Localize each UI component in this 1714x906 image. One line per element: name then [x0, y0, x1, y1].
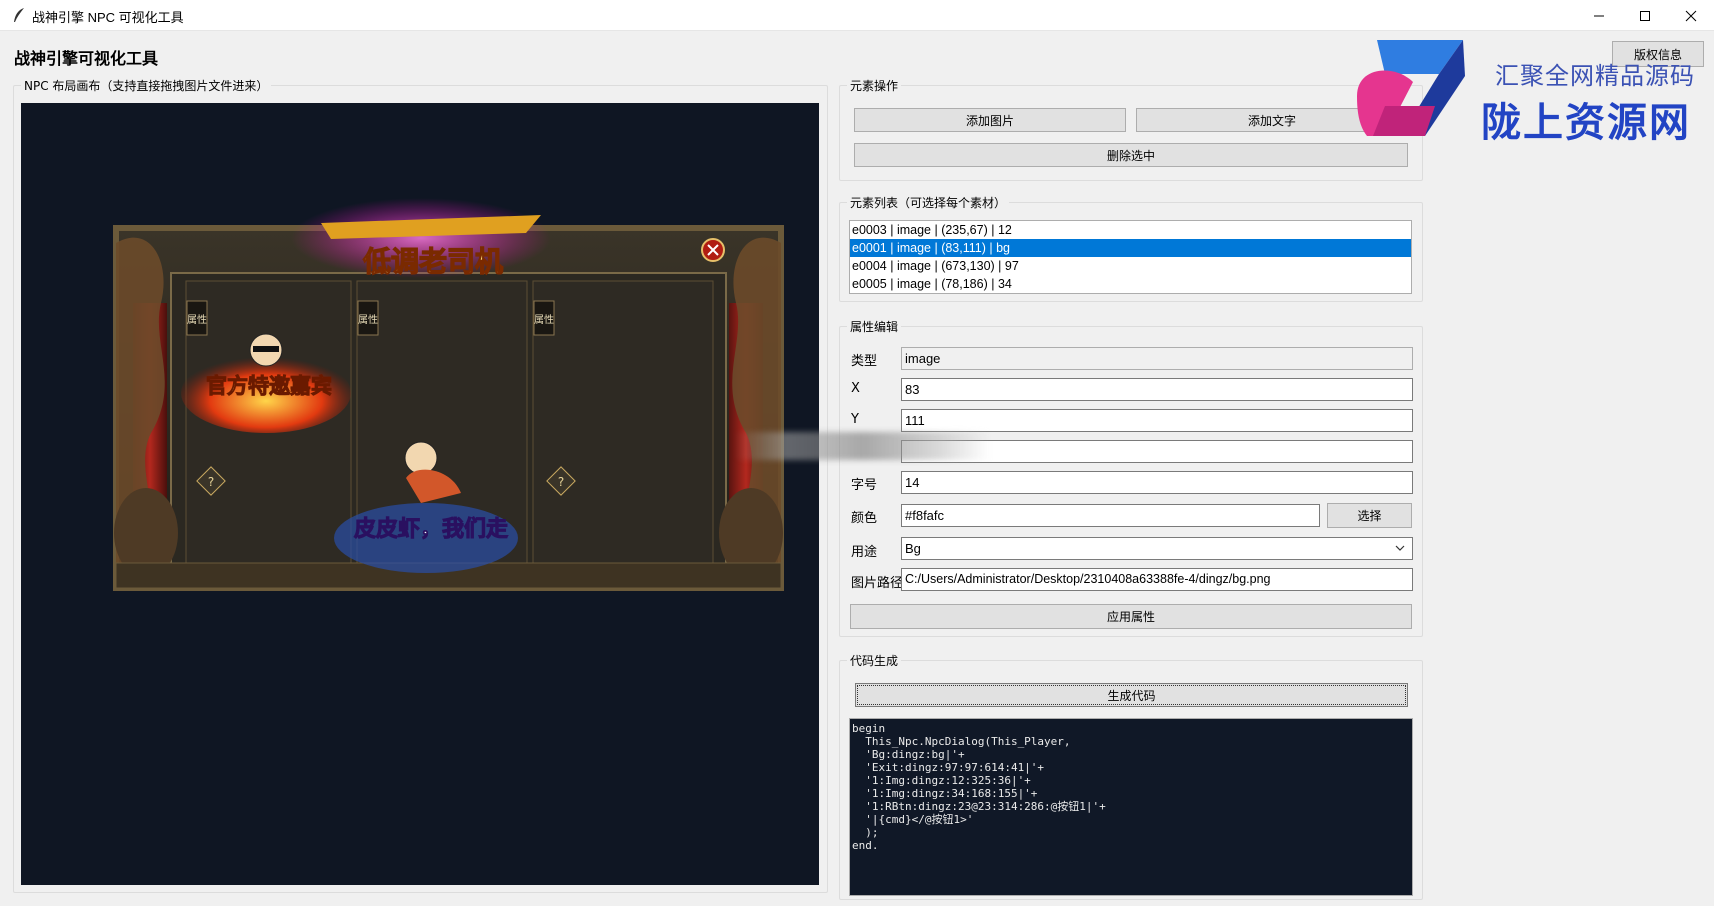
x-label: X	[851, 381, 860, 396]
column-tag-3: 属性	[534, 313, 554, 326]
use-select-value: Bg	[905, 541, 921, 556]
close-window-button[interactable]	[1668, 0, 1714, 31]
color-field[interactable]: #f8fafc	[901, 504, 1320, 527]
image-path-label: 图片路径	[851, 576, 904, 591]
image-path-field[interactable]: C:/Users/Administrator/Desktop/2310408a6…	[901, 568, 1413, 591]
list-item[interactable]: e0004 | image | (673,130) | 97	[850, 257, 1411, 275]
npc-preview: 属性 属性 属性 低调老司机 官方特邀嘉宾 皮皮虾，我们走 ? ?	[113, 198, 784, 591]
font-size-label: 字号	[851, 478, 878, 493]
y-field[interactable]: 111	[901, 409, 1413, 432]
banner-left: 官方特邀嘉宾	[206, 373, 332, 398]
window-title: 战神引擎 NPC 可视化工具	[32, 10, 184, 25]
maximize-button[interactable]	[1622, 0, 1668, 31]
feather-icon	[14, 8, 24, 22]
watermark-brand: 陇上资源网	[1481, 100, 1691, 146]
svg-text:?: ?	[208, 475, 214, 489]
page-title: 战神引擎可视化工具	[14, 49, 159, 68]
element-listbox[interactable]: e0003 | image | (235,67) | 12 e0001 | im…	[849, 220, 1412, 294]
list-item-selected[interactable]: e0001 | image | (83,111) | bg	[850, 239, 1411, 257]
title-bar: 战神引擎 NPC 可视化工具	[0, 0, 1714, 31]
maximize-icon	[1640, 10, 1650, 21]
x-field[interactable]: 83	[901, 378, 1413, 401]
watermark-tagline: 汇聚全网精品源码	[1495, 62, 1695, 90]
props-group-label: 属性编辑	[847, 318, 902, 335]
delete-selected-button[interactable]: 删除选中	[854, 143, 1408, 167]
y-label: Y	[851, 412, 859, 427]
banner-top: 低调老司机	[362, 245, 503, 278]
column-tag-1: 属性	[187, 313, 207, 326]
use-label: 用途	[851, 545, 878, 560]
list-item[interactable]: e0003 | image | (235,67) | 12	[850, 221, 1411, 239]
type-label: 类型	[851, 354, 878, 369]
svg-text:?: ?	[558, 475, 564, 489]
canvas-group-label: NPC 布局画布（支持直接拖拽图片文件进来）	[21, 77, 272, 94]
watermark-logo-icon	[1357, 40, 1465, 136]
choose-color-button[interactable]: 选择	[1327, 503, 1412, 528]
type-field: image	[901, 347, 1413, 370]
list-item[interactable]: e0005 | image | (78,186) | 34	[850, 275, 1411, 293]
font-size-field[interactable]: 14	[901, 471, 1413, 494]
blurred-overlay	[735, 432, 990, 460]
banner-bottom: 皮皮虾，我们走	[354, 516, 508, 542]
code-output[interactable]: begin This_Npc.NpcDialog(This_Player, 'B…	[849, 718, 1413, 896]
element-ops-label: 元素操作	[847, 77, 902, 94]
minimize-icon	[1594, 15, 1604, 16]
color-label: 颜色	[851, 511, 878, 526]
element-list-label: 元素列表（可选择每个素材）	[847, 194, 1010, 211]
codegen-label: 代码生成	[847, 652, 902, 669]
add-image-button[interactable]: 添加图片	[854, 108, 1126, 132]
column-tag-2: 属性	[358, 313, 378, 326]
npc-canvas[interactable]: 属性 属性 属性 低调老司机 官方特邀嘉宾 皮皮虾，我们走 ? ?	[21, 103, 819, 885]
minimize-button[interactable]	[1576, 0, 1622, 31]
generate-code-button[interactable]: 生成代码	[855, 683, 1408, 707]
apply-props-button[interactable]: 应用属性	[850, 604, 1412, 629]
watermark: 汇聚全网精品源码 陇上资源网	[1355, 36, 1705, 146]
close-icon	[1685, 10, 1697, 21]
use-select[interactable]: Bg	[901, 537, 1413, 560]
chevron-down-icon	[1395, 545, 1405, 551]
